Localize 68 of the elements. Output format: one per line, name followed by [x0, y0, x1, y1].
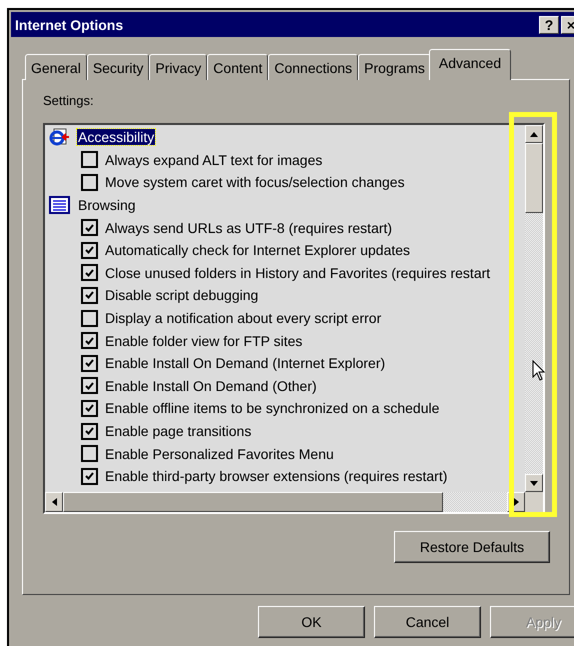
- dialog-button[interactable]: Cancel: [374, 606, 481, 638]
- tab[interactable]: Privacy: [149, 54, 208, 80]
- option-label[interactable]: Enable page transitions: [104, 423, 252, 440]
- check-icon: [85, 268, 94, 277]
- scroll-left-button[interactable]: [45, 492, 63, 512]
- checkbox[interactable]: [81, 174, 98, 191]
- tab[interactable]: General: [25, 54, 87, 80]
- right-arrow-icon: [514, 498, 518, 506]
- option-label[interactable]: Enable Install On Demand (Internet Explorer): [104, 355, 386, 372]
- check-icon: [85, 359, 94, 368]
- checkbox[interactable]: [81, 242, 98, 259]
- option-label[interactable]: Enable third-party browser extensions (requires restart): [104, 468, 448, 484]
- option-label[interactable]: Enable folder view for FTP sites: [104, 332, 304, 349]
- vertical-scrollbar[interactable]: [525, 125, 543, 492]
- window-title: Internet Options: [15, 16, 124, 32]
- checkbox[interactable]: [81, 377, 98, 394]
- scroll-down-button[interactable]: [525, 474, 543, 492]
- mouse-pointer-icon: [532, 360, 546, 382]
- checkbox[interactable]: [81, 400, 98, 417]
- dialog-button[interactable]: OK: [258, 606, 365, 638]
- tab[interactable]: Connections: [268, 54, 358, 80]
- option-label[interactable]: Display a notification about every script error: [104, 310, 382, 326]
- check-icon: [85, 427, 94, 436]
- checkbox[interactable]: [81, 354, 98, 372]
- scroll-up-button[interactable]: [525, 125, 543, 143]
- restore-defaults-button[interactable]: Restore Defaults: [394, 531, 550, 563]
- tab[interactable]: Security: [86, 54, 150, 80]
- checkbox[interactable]: [81, 422, 98, 440]
- check-icon: [85, 336, 94, 345]
- check-icon: [85, 291, 94, 300]
- checkbox[interactable]: [81, 468, 98, 485]
- check-icon: [85, 246, 94, 254]
- check-icon: [85, 404, 94, 412]
- scroll-thumb[interactable]: [63, 492, 443, 512]
- option-label[interactable]: Automatically check for Internet Explorer updates: [104, 242, 412, 258]
- horizontal-scrollbar[interactable]: [45, 492, 525, 512]
- scrollbar-corner: [525, 492, 543, 512]
- up-arrow-icon: [530, 132, 538, 136]
- checkbox[interactable]: [81, 310, 98, 327]
- option-label[interactable]: Close unused folders in History and Favorites (requires restart: [104, 264, 492, 281]
- tab[interactable]: Programs: [358, 54, 431, 80]
- checkbox[interactable]: [81, 264, 98, 282]
- tab[interactable]: Advanced: [428, 49, 512, 80]
- down-arrow-icon: [530, 480, 538, 486]
- option-label[interactable]: Disable script debugging: [104, 287, 260, 304]
- window-list-icon: [49, 196, 71, 214]
- option-label[interactable]: Move system caret with focus/selection changes: [104, 174, 406, 190]
- globe-document-icon: [49, 128, 71, 146]
- checkbox[interactable]: [81, 445, 98, 462]
- option-label[interactable]: Enable Personalized Favorites Menu: [104, 446, 335, 462]
- check-icon: [85, 472, 94, 480]
- option-label[interactable]: Always expand ALT text for images: [104, 152, 324, 168]
- help-button[interactable]: ?: [539, 16, 559, 34]
- checkbox[interactable]: [81, 286, 98, 304]
- left-arrow-icon: [52, 498, 56, 506]
- checkbox[interactable]: [81, 219, 98, 236]
- checkbox[interactable]: [81, 151, 98, 168]
- checkbox[interactable]: [81, 332, 98, 350]
- tab[interactable]: Content: [207, 54, 268, 80]
- check-icon: [85, 382, 94, 390]
- settings-label: Settings:: [43, 93, 94, 108]
- category-label[interactable]: Accessibility: [77, 129, 156, 146]
- check-icon: [85, 224, 94, 232]
- option-label[interactable]: Always send URLs as UTF-8 (requires restart): [104, 220, 394, 236]
- option-label[interactable]: Enable Install On Demand (Other): [104, 378, 318, 394]
- option-label[interactable]: Enable offline items to be synchronized on a schedule: [104, 400, 440, 416]
- category-label[interactable]: Browsing: [77, 197, 137, 214]
- scroll-thumb[interactable]: [525, 143, 543, 213]
